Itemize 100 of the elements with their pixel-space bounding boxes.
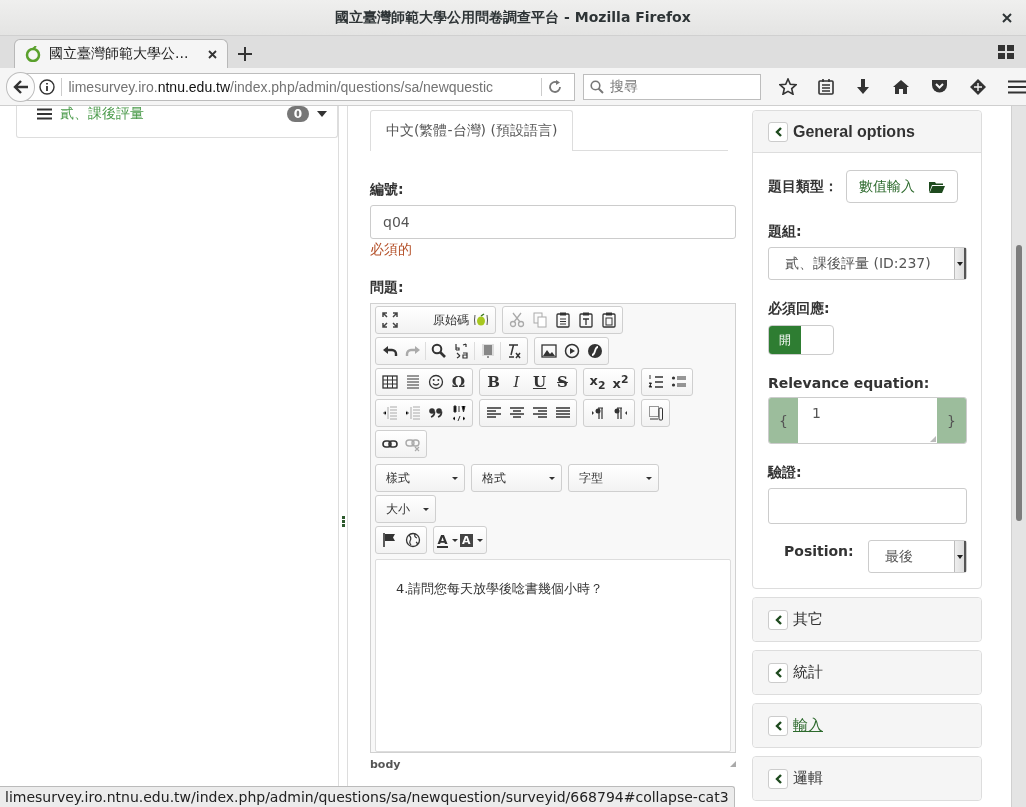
- panel-title[interactable]: 輸入: [793, 716, 823, 735]
- code-input[interactable]: q04: [370, 205, 736, 239]
- quote-icon: [427, 405, 444, 421]
- browser-tab[interactable]: 國立臺灣師範大學公...: [14, 39, 228, 68]
- search-icon: [590, 79, 605, 94]
- indent-icon: [404, 405, 421, 421]
- star-icon[interactable]: [779, 78, 797, 95]
- paste-word-icon: [600, 312, 617, 328]
- new-tab-icon[interactable]: [238, 47, 252, 61]
- paste-text-icon: [577, 312, 594, 328]
- panel-title[interactable]: 其它: [793, 610, 823, 629]
- justify-icon: [554, 405, 571, 421]
- close-icon[interactable]: [208, 49, 217, 59]
- address-bar[interactable]: limesurvey.iro.ntnu.edu.tw/index.php/admin/questions/sa/newquestic: [25, 72, 576, 101]
- paste-icon: [554, 312, 571, 328]
- question-text: 4.請問您每天放學後唸書幾個小時？: [396, 581, 604, 596]
- count-badge: 0: [286, 106, 309, 122]
- div-container-icon: [450, 405, 467, 421]
- window-title: 國立臺灣師範大學公用問卷調查平台 - Mozilla Firefox: [335, 8, 691, 27]
- language-tab[interactable]: 中文(繁體-台灣) (預設語言): [370, 110, 574, 151]
- dropdown[interactable]: 大小: [375, 495, 436, 523]
- caret-icon: [956, 554, 963, 559]
- pocket-icon[interactable]: [931, 79, 948, 94]
- select-all-icon: [479, 343, 496, 359]
- collapse-button[interactable]: [768, 768, 788, 789]
- chevron-left-icon: [774, 126, 782, 137]
- menu-icon[interactable]: [1008, 79, 1026, 94]
- caret-icon[interactable]: [317, 111, 327, 117]
- underline-button[interactable]: U: [529, 371, 550, 393]
- flag-icon: [381, 532, 398, 548]
- subscript-button[interactable]: x$_{2}$: [587, 371, 608, 393]
- redo-icon: [404, 343, 421, 359]
- strikethrough-button[interactable]: S: [552, 371, 573, 393]
- splitter-handle-icon[interactable]: [341, 516, 345, 527]
- play-icon: [563, 343, 580, 359]
- align-right-icon: [531, 405, 548, 421]
- download-icon[interactable]: [855, 78, 871, 95]
- field-label: 問題:: [370, 279, 404, 297]
- globe-icon: [404, 532, 421, 548]
- maximize-button[interactable]: [379, 309, 400, 331]
- drag-handle-icon[interactable]: [37, 108, 52, 120]
- maximize-icon: [381, 312, 398, 328]
- outdent-icon: [381, 405, 398, 421]
- resize-handle-icon: [930, 436, 936, 442]
- mandatory-toggle[interactable]: 開: [768, 325, 834, 355]
- position-select[interactable]: 最後: [867, 540, 967, 573]
- lime-icon: [473, 312, 489, 328]
- sidebar-item[interactable]: 貳、課後評量: [60, 106, 279, 123]
- flash-icon: [586, 343, 603, 359]
- reload-icon[interactable]: [548, 79, 563, 94]
- back-button[interactable]: [6, 71, 36, 102]
- scrollbar-thumb[interactable]: [1016, 245, 1022, 521]
- panel-title[interactable]: 統計: [793, 663, 823, 682]
- dropdown[interactable]: 字型: [568, 464, 659, 492]
- superscript-button[interactable]: x$^{2}$: [610, 371, 631, 393]
- dropdown[interactable]: 格式: [471, 464, 562, 492]
- resize-handle-icon[interactable]: [730, 761, 736, 767]
- background-color-button[interactable]: A: [460, 529, 483, 551]
- collapse-button[interactable]: [768, 662, 788, 683]
- reading-list-icon[interactable]: [818, 78, 834, 95]
- tab-grid-icon[interactable]: [998, 45, 1014, 59]
- element-path: body: [370, 757, 401, 771]
- image-icon: [540, 343, 557, 359]
- align-center-icon: [508, 405, 525, 421]
- question-type-button[interactable]: 數值輸入: [846, 170, 958, 203]
- info-icon: [39, 78, 56, 95]
- url-text: limesurvey.iro.ntnu.edu.tw/index.php/admin/questions/sa/newquestic: [68, 78, 495, 95]
- unlink-icon: [404, 436, 421, 452]
- caret-icon: [956, 261, 963, 266]
- collapse-button[interactable]: [768, 715, 788, 736]
- numbered-list-icon: [647, 374, 664, 390]
- group-select[interactable]: 貳、課後評量 (ID:237): [768, 247, 967, 280]
- close-icon[interactable]: [1002, 13, 1012, 23]
- dropdown[interactable]: 樣式: [375, 464, 465, 492]
- copy-icon: [531, 312, 548, 328]
- home-icon[interactable]: [892, 78, 910, 95]
- search-placeholder: 搜尋: [610, 77, 639, 96]
- validation-input[interactable]: [768, 488, 967, 524]
- status-url: limesurvey.iro.ntnu.edu.tw/index.php/admin/questions/sa/newquestion/surveyid/668794#collapse-cat3: [0, 786, 735, 807]
- special-character-button[interactable]: Ω: [448, 371, 469, 393]
- field-label: 題目類型：: [768, 177, 838, 196]
- bold-button[interactable]: B: [483, 371, 504, 393]
- diamond-icon[interactable]: [969, 78, 987, 95]
- editor-content-area[interactable]: 4.請問您每天放學後唸書幾個小時？: [375, 559, 731, 752]
- table-icon: [381, 374, 398, 390]
- collapse-button[interactable]: [768, 121, 788, 142]
- chevron-left-icon: [774, 720, 782, 731]
- scissors-icon: [508, 312, 525, 328]
- relevance-field[interactable]: { 1 }: [768, 397, 967, 444]
- text-color-button[interactable]: A: [437, 529, 458, 551]
- left-to-right-icon: [589, 405, 606, 421]
- source-button[interactable]: 原始碼: [402, 309, 492, 331]
- field-label: 編號:: [370, 181, 404, 199]
- replace-icon: [453, 343, 470, 359]
- required-note: 必須的: [370, 241, 412, 259]
- collapse-button[interactable]: [768, 609, 788, 630]
- italic-button[interactable]: I: [506, 371, 527, 393]
- search-field[interactable]: 搜尋: [583, 73, 761, 100]
- panel-title[interactable]: 邏輯: [793, 769, 823, 788]
- undo-icon: [381, 343, 398, 359]
